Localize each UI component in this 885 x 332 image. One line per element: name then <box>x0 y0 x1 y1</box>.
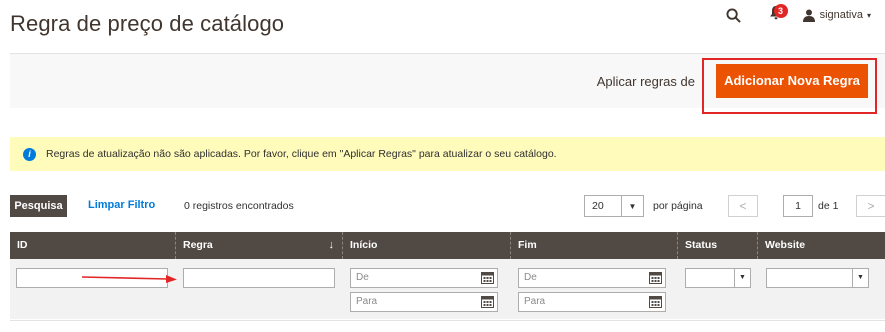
current-page-input[interactable]: 1 <box>783 195 813 217</box>
previous-page-button[interactable]: < <box>728 195 758 217</box>
page-title: Regra de preço de catálogo <box>10 11 285 36</box>
chevron-down-icon: ▼ <box>852 269 868 287</box>
username-label: signativa <box>819 9 863 21</box>
grid-filter-row: De Para De Para ▼ ▼ <box>10 259 885 319</box>
user-menu[interactable]: signativa ▾ <box>802 9 871 22</box>
total-pages-label: de 1 <box>818 200 839 212</box>
start-from-placeholder: De <box>356 272 369 283</box>
notifications-button[interactable]: 3 <box>765 4 788 25</box>
chevron-down-icon: ▼ <box>734 269 750 287</box>
calendar-icon[interactable] <box>649 295 662 308</box>
start-to-date-input[interactable]: Para <box>350 292 498 312</box>
end-to-date-input[interactable]: Para <box>518 292 666 312</box>
sort-arrow-icon: ↓ <box>328 239 335 251</box>
divider <box>10 320 885 321</box>
end-from-placeholder: De <box>524 272 537 283</box>
chevron-down-icon[interactable]: ▼ <box>621 196 643 216</box>
user-icon <box>802 9 815 22</box>
clear-filter-link[interactable]: Limpar Filtro <box>88 199 155 211</box>
chevron-down-icon: ▾ <box>866 10 871 20</box>
per-page-value: 20 <box>592 200 604 212</box>
grid-toolbar: Pesquisa Limpar Filtro 0 registros encon… <box>10 195 885 219</box>
calendar-icon[interactable] <box>481 295 494 308</box>
info-icon: i <box>23 147 36 161</box>
website-filter-select[interactable]: ▼ <box>766 268 869 288</box>
annotation-arrow <box>81 275 177 283</box>
apply-rules-button[interactable]: Aplicar regras de <box>597 74 695 89</box>
records-found-text: 0 registros encontrados <box>184 200 294 212</box>
header-actions: 3 signativa ▾ <box>725 4 871 26</box>
per-page-label: por página <box>653 200 703 212</box>
per-page-select[interactable]: 20 ▼ <box>584 195 644 217</box>
start-from-date-input[interactable]: De <box>350 268 498 288</box>
calendar-icon[interactable] <box>649 271 662 284</box>
column-header-end[interactable]: Fim <box>511 232 678 259</box>
next-page-button[interactable]: > <box>856 195 885 217</box>
add-new-rule-button[interactable]: Adicionar Nova Regra <box>716 64 868 98</box>
notice-text: Regras de atualização não são aplicadas.… <box>46 148 557 160</box>
calendar-icon[interactable] <box>481 271 494 284</box>
status-filter-select[interactable]: ▼ <box>685 268 751 288</box>
column-header-rule[interactable]: Regra ↓ <box>176 232 343 259</box>
search-button[interactable]: Pesquisa <box>10 195 67 217</box>
column-header-start[interactable]: Início <box>343 232 511 259</box>
end-from-date-input[interactable]: De <box>518 268 666 288</box>
rule-filter-input[interactable] <box>183 268 335 288</box>
end-to-placeholder: Para <box>524 296 546 307</box>
search-icon[interactable] <box>725 6 743 24</box>
column-header-id[interactable]: ID <box>10 232 176 259</box>
grid-header: ID Regra ↓ Início Fim Status Website <box>10 232 885 259</box>
column-header-website[interactable]: Website <box>758 232 885 259</box>
notification-count-badge: 3 <box>773 4 788 18</box>
column-header-status[interactable]: Status <box>678 232 758 259</box>
update-notice-message: i Regras de atualização não são aplicada… <box>10 137 885 171</box>
start-to-placeholder: Para <box>356 296 378 307</box>
